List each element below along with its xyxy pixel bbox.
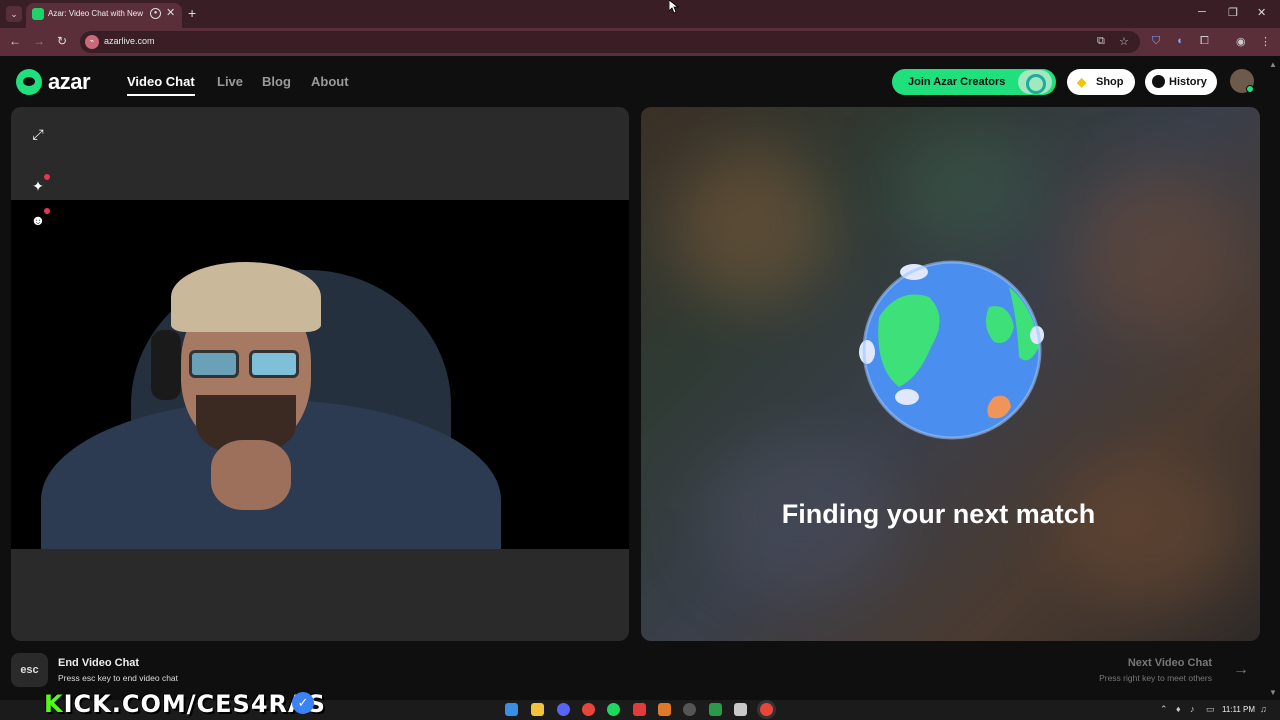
- tab-title: Azar: Video Chat with New: [48, 9, 144, 18]
- obs-icon[interactable]: [683, 703, 696, 716]
- video-person-glasses-left: [189, 350, 239, 378]
- tab-search-icon[interactable]: ⌄: [6, 6, 22, 22]
- address-bar[interactable]: ⌁ azarlive.com: [80, 31, 1140, 53]
- media-player-icon[interactable]: [709, 703, 722, 716]
- background-blur: [1061, 457, 1241, 607]
- history-label: History: [1169, 76, 1207, 88]
- restore-icon[interactable]: ❐: [1228, 6, 1238, 19]
- nav-live[interactable]: Live: [217, 74, 243, 89]
- match-panel: Finding your next match: [641, 107, 1260, 641]
- back-icon[interactable]: ←: [9, 34, 21, 48]
- extension-icon[interactable]: ◖: [1176, 35, 1183, 47]
- clock-icon: [1152, 75, 1165, 88]
- finding-match-text: Finding your next match: [781, 499, 1096, 529]
- start-menu-icon[interactable]: [505, 703, 518, 716]
- avatar[interactable]: [1230, 69, 1254, 93]
- verified-badge-icon: ✓: [292, 692, 314, 714]
- site-info-icon[interactable]: ⌁: [85, 35, 99, 49]
- discord-icon[interactable]: [557, 703, 570, 716]
- sticker-new-dot: [44, 208, 50, 214]
- my-video-feed: [11, 200, 629, 549]
- video-person-hand: [211, 440, 291, 510]
- kick-channel-overlay: KICK.COM/CES4RAS: [44, 690, 326, 718]
- browser-tabbar: ⌄ Azar: Video Chat with New ● ✕ + ─ ❐ ✕: [0, 0, 1280, 28]
- scroll-up-icon[interactable]: ▲: [1269, 60, 1277, 69]
- profile-icon[interactable]: ◉: [1236, 35, 1246, 48]
- end-video-chat-hint: Press esc key to end video chat: [58, 673, 179, 683]
- azar-page: ▲ ▼ azar Video Chat Live Blog About Join…: [0, 56, 1280, 700]
- effects-new-dot: [44, 174, 50, 180]
- shop-button[interactable]: ◆ Shop: [1067, 69, 1135, 95]
- next-video-chat-title[interactable]: Next Video Chat: [1080, 657, 1212, 669]
- azar-favicon-icon: [32, 8, 44, 20]
- tab-recording-icon[interactable]: ●: [150, 8, 161, 19]
- chrome-active-icon[interactable]: [760, 703, 773, 716]
- scroll-down-icon[interactable]: ▼: [1269, 688, 1277, 697]
- browser-tab[interactable]: Azar: Video Chat with New ● ✕: [26, 3, 182, 28]
- notification-bell-icon[interactable]: ♫: [1260, 704, 1267, 714]
- join-azar-creators-button[interactable]: Join Azar Creators: [892, 69, 1056, 95]
- chrome-icon[interactable]: [582, 703, 595, 716]
- forward-icon[interactable]: →: [33, 34, 45, 48]
- clock-time[interactable]: 11:11 PM: [1222, 705, 1255, 714]
- volume-icon[interactable]: ♪: [1190, 704, 1195, 714]
- new-tab-icon[interactable]: +: [188, 5, 196, 21]
- video-person-cap: [171, 262, 321, 332]
- video-person-headset: [151, 330, 181, 400]
- mic-icon[interactable]: ♦: [1176, 704, 1181, 714]
- globe-icon: [859, 260, 1044, 440]
- logo-text: azar: [48, 69, 91, 94]
- next-video-chat-hint: Press right key to meet others: [1099, 673, 1212, 683]
- nav-about[interactable]: About: [311, 74, 349, 89]
- mouse-cursor-icon: [669, 0, 679, 14]
- browser-toolbar: ← → ↻ ⌁ azarlive.com ⧉ ☆ ⛉ ◖ ⧠ ◉ ⋮: [0, 28, 1280, 56]
- join-label: Join Azar Creators: [908, 76, 1006, 88]
- url-text[interactable]: azarlive.com: [104, 36, 155, 46]
- minimize-icon[interactable]: ─: [1198, 6, 1206, 18]
- history-button[interactable]: History: [1145, 69, 1217, 95]
- background-blur: [891, 127, 1041, 247]
- background-blur: [1071, 167, 1241, 337]
- app-icon[interactable]: [633, 703, 646, 716]
- bookmark-star-icon[interactable]: ☆: [1119, 35, 1129, 48]
- shield-extension-icon[interactable]: ⛉: [1152, 35, 1160, 48]
- kick-k-letter: K: [44, 690, 64, 718]
- nav-blog[interactable]: Blog: [262, 74, 291, 89]
- app-icon[interactable]: [658, 703, 671, 716]
- tab-close-icon[interactable]: ✕: [166, 6, 175, 19]
- extensions-puzzle-icon[interactable]: ⧠: [1200, 35, 1209, 48]
- kick-url-text: ICK.COM/CES4RAS: [63, 690, 326, 718]
- azar-logo-icon: [16, 69, 42, 95]
- next-arrow-icon[interactable]: →: [1226, 653, 1256, 687]
- online-status-dot: [1246, 85, 1254, 93]
- browser-menu-icon[interactable]: ⋮: [1260, 35, 1271, 48]
- end-video-chat-title[interactable]: End Video Chat: [58, 657, 139, 669]
- nav-active-underline: [127, 94, 195, 96]
- spotify-icon[interactable]: [607, 703, 620, 716]
- tray-chevron-icon[interactable]: ⌃: [1160, 704, 1168, 715]
- azar-logo[interactable]: azar: [16, 69, 106, 95]
- reload-icon[interactable]: ↻: [57, 34, 67, 48]
- file-explorer-icon[interactable]: [531, 703, 544, 716]
- background-blur: [671, 147, 831, 307]
- network-icon[interactable]: ▭: [1206, 704, 1215, 715]
- notepad-icon[interactable]: [734, 703, 747, 716]
- install-app-icon[interactable]: ⧉: [1097, 35, 1105, 48]
- close-window-icon[interactable]: ✕: [1257, 6, 1266, 19]
- expand-icon[interactable]: ⤢: [26, 122, 50, 146]
- esc-key-button[interactable]: esc: [11, 653, 48, 687]
- creators-art-icon: [1018, 70, 1052, 94]
- video-person-glasses-right: [249, 350, 299, 378]
- my-camera-panel: ⤢ ✦ ☻: [11, 107, 629, 641]
- nav-video-chat[interactable]: Video Chat: [127, 74, 195, 89]
- shop-label: Shop: [1096, 76, 1124, 88]
- gem-icon: ◆: [1077, 75, 1087, 89]
